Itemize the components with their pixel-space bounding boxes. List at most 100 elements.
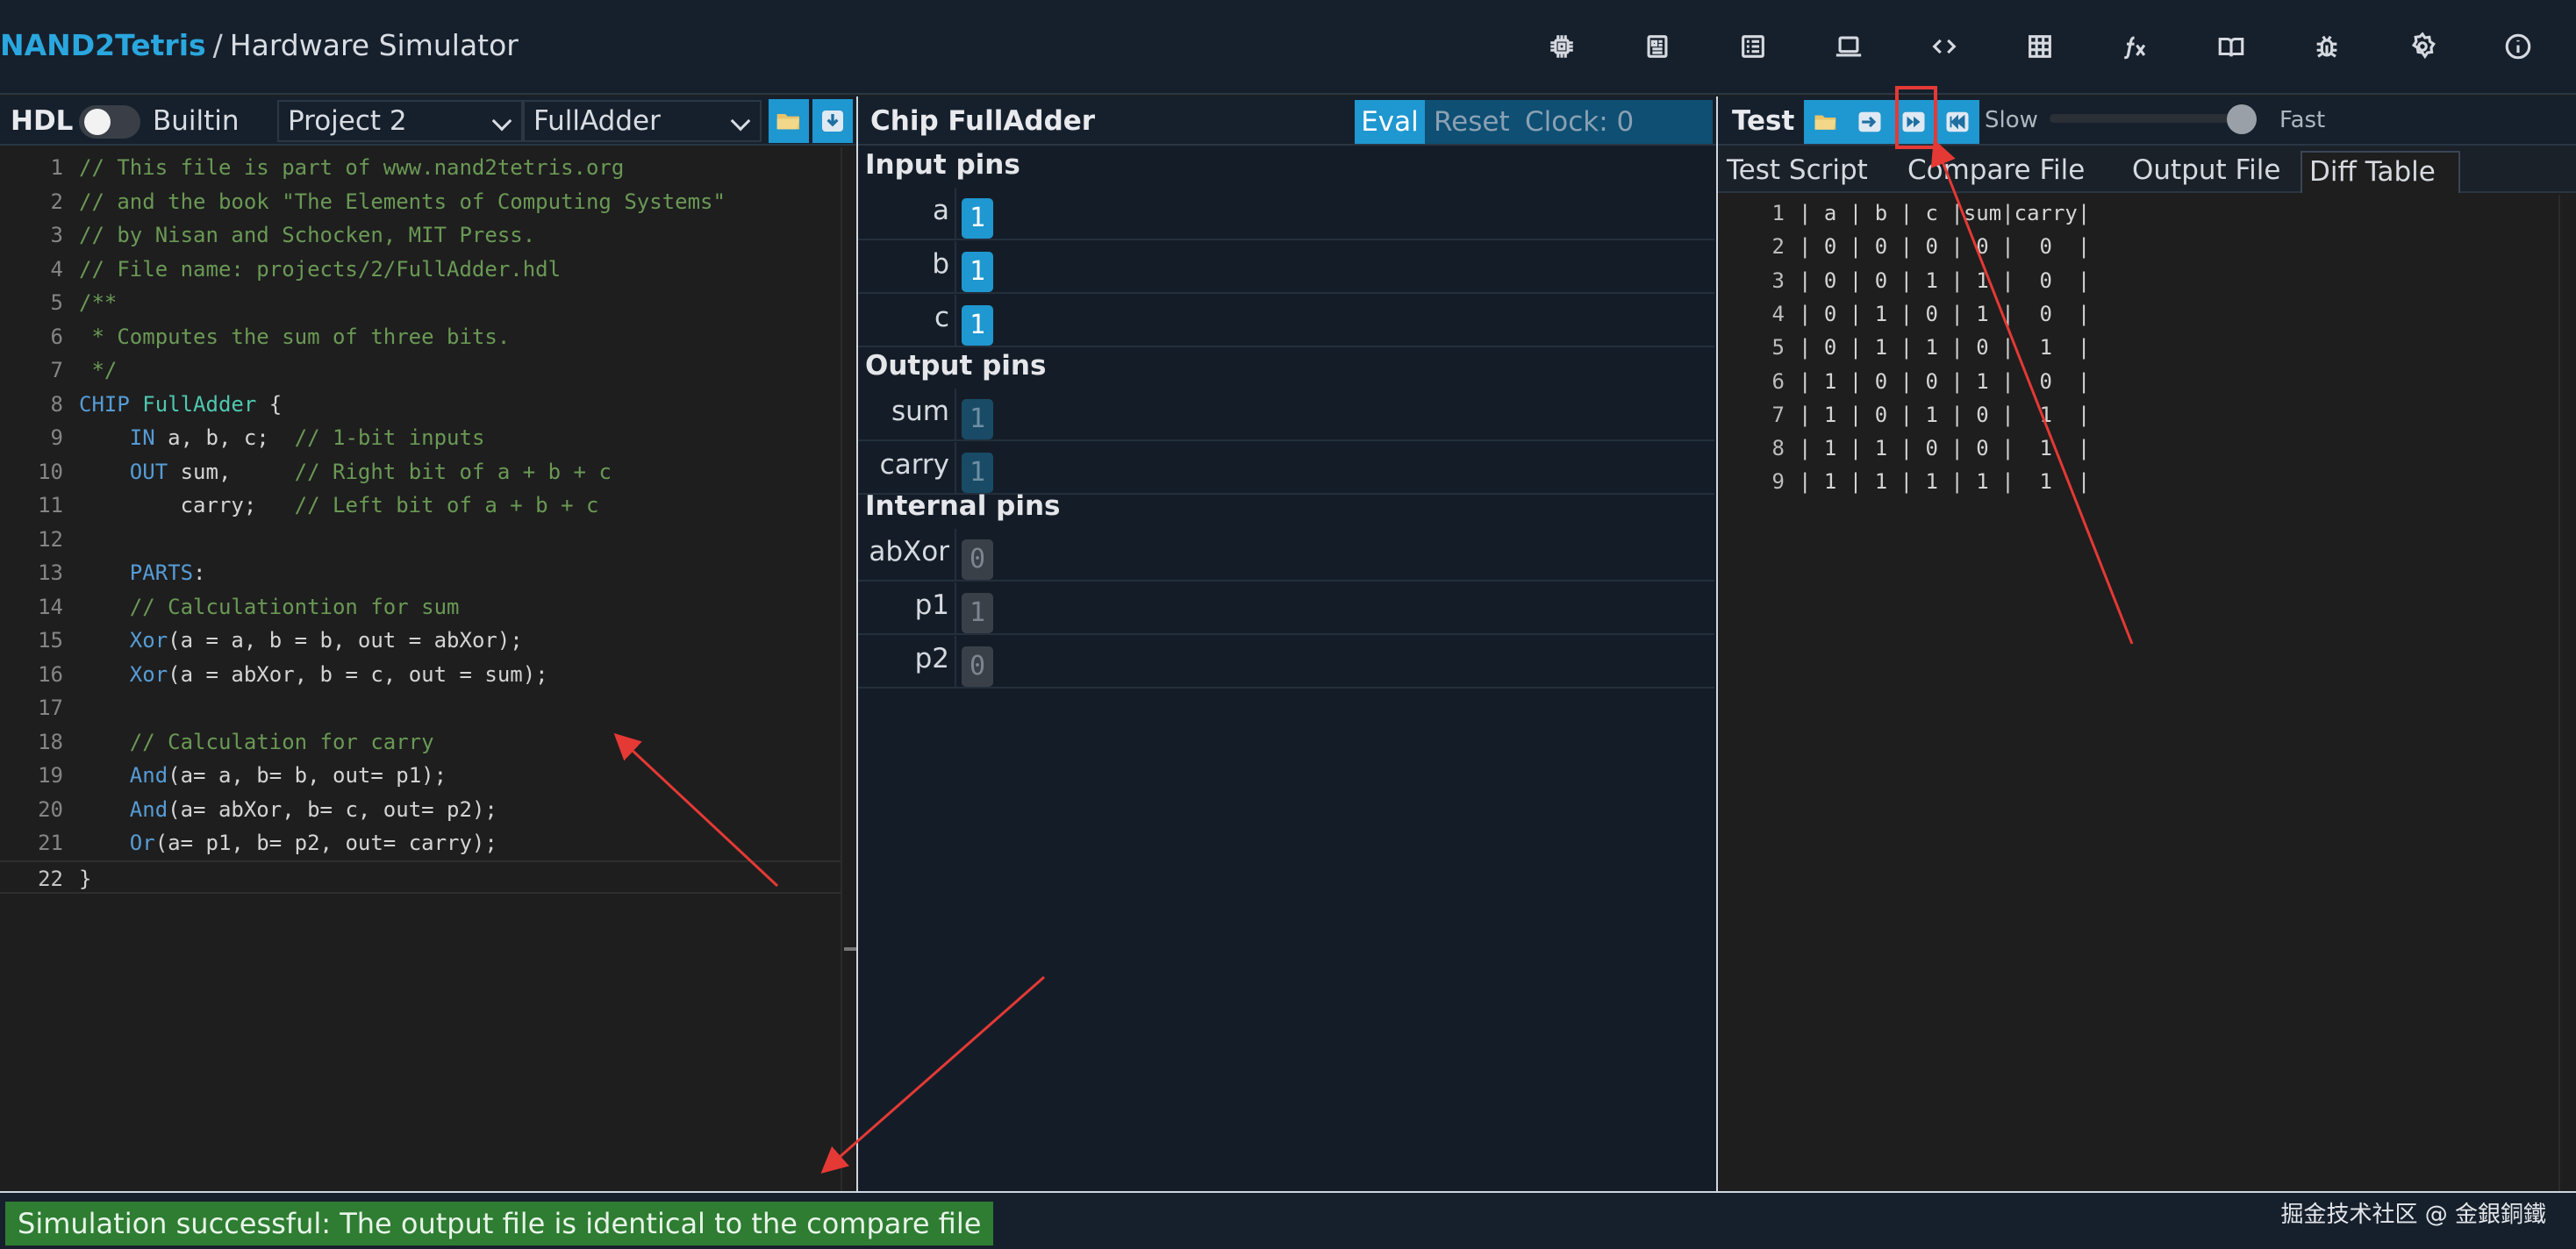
open-test-button[interactable] bbox=[1804, 100, 1848, 144]
tab-compare-file[interactable]: Compare File bbox=[1900, 151, 2092, 193]
pin-name: b bbox=[932, 248, 949, 280]
internal-pins-title: Internal pins bbox=[865, 490, 1061, 522]
code-line[interactable]: 22} bbox=[0, 860, 842, 894]
info-icon[interactable] bbox=[2499, 27, 2537, 66]
code-text: carry; // Left bit of a + b + c bbox=[79, 493, 599, 517]
internal-pin-value: 0 bbox=[962, 539, 993, 580]
code-line[interactable]: 18 // Calculation for carry bbox=[0, 725, 842, 759]
line-number: 18 bbox=[38, 729, 63, 754]
code-text: OUT sum, // Right bit of a + b + c bbox=[129, 459, 612, 484]
chip-select[interactable]: FullAdder bbox=[523, 100, 762, 142]
cpu-icon[interactable] bbox=[1638, 27, 1677, 66]
output-pin-value: 1 bbox=[962, 453, 993, 493]
input-pin-value[interactable]: 1 bbox=[962, 252, 993, 292]
input-pin-value[interactable]: 1 bbox=[962, 305, 993, 346]
book-icon[interactable] bbox=[2212, 27, 2250, 66]
tab-diff-table[interactable]: Diff Table bbox=[2301, 151, 2460, 193]
bug-icon[interactable] bbox=[2308, 27, 2346, 66]
code-text: // Calculation for carry bbox=[129, 729, 434, 754]
reset-button[interactable]: Reset bbox=[1434, 100, 1510, 144]
code-line[interactable]: 13 PARTS: bbox=[0, 556, 842, 589]
code-icon[interactable] bbox=[1925, 27, 1964, 66]
rewind-button[interactable] bbox=[1936, 100, 1979, 144]
code-line[interactable]: 6 * Computes the sum of three bits. bbox=[0, 320, 842, 353]
line-number: 7 bbox=[1771, 402, 1785, 427]
test-tabs: Test Script Compare File Output File Dif… bbox=[1718, 146, 2576, 193]
line-number: 6 bbox=[50, 324, 63, 349]
line-number: 12 bbox=[38, 526, 63, 552]
step-button[interactable] bbox=[1848, 100, 1892, 144]
code-line[interactable]: 17 bbox=[0, 691, 842, 724]
code-line[interactable]: 5 /** bbox=[0, 286, 842, 319]
code-line[interactable]: 8 CHIP FullAdder { bbox=[0, 388, 842, 421]
pin-divider bbox=[955, 295, 956, 347]
code-line[interactable]: 11 carry; // Left bit of a + b + c bbox=[0, 489, 842, 522]
laptop-icon[interactable] bbox=[1829, 27, 1868, 66]
code-line[interactable]: 9 IN a, b, c; // 1-bit inputs bbox=[0, 421, 842, 454]
project-select[interactable]: Project 2 bbox=[277, 100, 523, 142]
code-line[interactable]: 1 // This file is part of www.nand2tetris… bbox=[0, 151, 842, 184]
builtin-label: Builtin bbox=[153, 105, 240, 137]
pin-row-sum: sum 1 bbox=[858, 389, 1714, 441]
code-text: /** bbox=[79, 290, 118, 315]
grid-icon[interactable] bbox=[2021, 27, 2059, 66]
code-line[interactable]: 16 Xor(a = abXor, b = c, out = sum); bbox=[0, 658, 842, 691]
code-line[interactable]: 14 // Calculationtion for sum bbox=[0, 590, 842, 624]
code-line[interactable]: 15 Xor(a = a, b = b, out = abXor); bbox=[0, 624, 842, 657]
diff-row: 4 | 0 | 1 | 0 | 1 | 0 | bbox=[1718, 297, 2560, 331]
tab-output-file[interactable]: Output File bbox=[2125, 151, 2287, 193]
builtin-toggle[interactable] bbox=[79, 105, 140, 139]
pin-row-c: c1 bbox=[858, 295, 1714, 347]
code-line[interactable]: 3 // by Nisan and Schocken, MIT Press. bbox=[0, 218, 842, 252]
settings-icon[interactable] bbox=[2403, 27, 2442, 66]
list-icon[interactable] bbox=[1734, 27, 1772, 66]
line-number: 1 bbox=[1771, 201, 1785, 225]
code-text: } bbox=[79, 866, 92, 891]
download-button[interactable] bbox=[812, 99, 853, 143]
tab-test-script[interactable]: Test Script bbox=[1720, 151, 1875, 193]
code-line[interactable]: 4 // File name: projects/2/FullAdder.hdl bbox=[0, 253, 842, 286]
code-line[interactable]: 10 OUT sum, // Right bit of a + b + c bbox=[0, 455, 842, 489]
line-number: 4 bbox=[50, 256, 63, 282]
function-icon[interactable] bbox=[2116, 27, 2155, 66]
eval-button[interactable]: Eval bbox=[1355, 100, 1425, 144]
line-number: 8 bbox=[50, 391, 63, 417]
speed-slider-handle[interactable] bbox=[2227, 104, 2257, 134]
brand-name[interactable]: NAND2Tetris bbox=[0, 28, 206, 62]
hdl-editor[interactable]: 1 // This file is part of www.nand2tetris… bbox=[0, 147, 858, 1191]
code-text: IN a, b, c; // 1-bit inputs bbox=[129, 425, 485, 450]
pin-divider bbox=[955, 389, 956, 441]
chip-icon[interactable] bbox=[1542, 27, 1581, 66]
app-title: NAND2Tetris / Hardware Simulator bbox=[0, 26, 519, 65]
code-line[interactable]: 21 Or(a= p1, b= p2, out= carry); bbox=[0, 826, 842, 860]
code-line[interactable]: 2 // and the book "The Elements of Comput… bbox=[0, 185, 842, 218]
run-button[interactable] bbox=[1892, 100, 1936, 144]
open-file-button[interactable] bbox=[769, 99, 809, 143]
status-message: Simulation successful: The output file i… bbox=[5, 1202, 994, 1245]
code-line[interactable]: 7 */ bbox=[0, 353, 842, 387]
line-number: 6 bbox=[1771, 368, 1785, 394]
diff-row: 5 | 0 | 1 | 1 | 0 | 1 | bbox=[1718, 331, 2560, 364]
chip-panel: Chip FullAdder Eval Reset Clock: 0 Input… bbox=[858, 96, 1716, 1191]
code-line[interactable]: 20 And(a= abXor, b= c, out= p2); bbox=[0, 793, 842, 826]
speed-slider[interactable] bbox=[2050, 104, 2257, 134]
pin-name: p1 bbox=[914, 589, 949, 621]
diff-scrollbar[interactable] bbox=[2558, 195, 2576, 1191]
code-line[interactable]: 19 And(a= a, b= b, out= p1); bbox=[0, 759, 842, 792]
input-pin-value[interactable]: 1 bbox=[962, 198, 993, 239]
top-bar: NAND2Tetris / Hardware Simulator bbox=[0, 0, 2576, 95]
editor-scrollbar[interactable] bbox=[841, 147, 858, 1191]
pin-name: p2 bbox=[914, 643, 949, 674]
page-title: Hardware Simulator bbox=[229, 28, 519, 62]
code-line[interactable]: 12 bbox=[0, 523, 842, 556]
test-title: Test bbox=[1732, 105, 1795, 137]
diff-row-text: | 0 | 1 | 0 | 1 | 0 | bbox=[1799, 301, 2091, 326]
output-pins-title: Output pins bbox=[865, 350, 1047, 382]
pin-name: a bbox=[933, 195, 949, 226]
line-number: 8 bbox=[1771, 436, 1785, 461]
pin-name: abXor bbox=[869, 536, 949, 567]
internal-pin-value: 0 bbox=[962, 646, 993, 687]
fast-forward-icon bbox=[1902, 111, 1925, 132]
line-number: 17 bbox=[38, 696, 63, 720]
download-icon bbox=[822, 111, 843, 132]
